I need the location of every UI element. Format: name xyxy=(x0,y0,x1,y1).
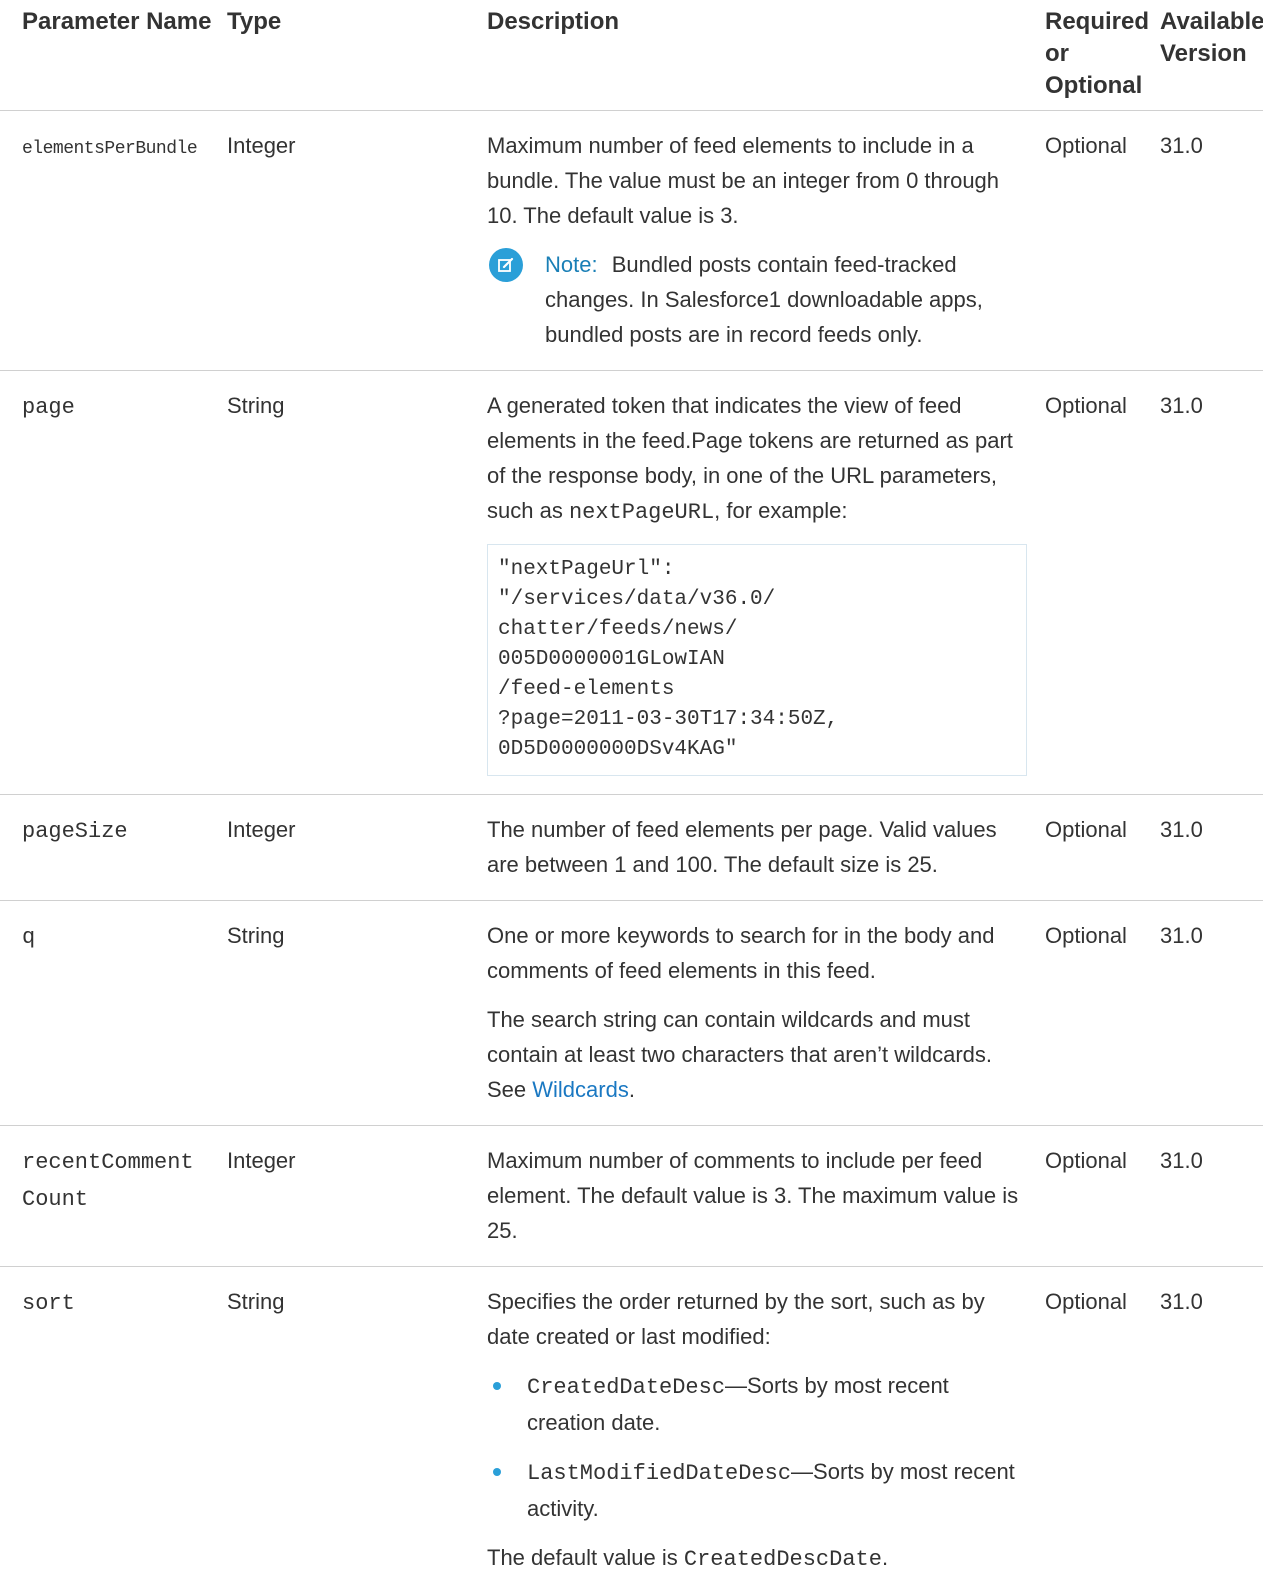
param-version: 31.0 xyxy=(1160,111,1263,371)
param-description: The number of feed elements per page. Va… xyxy=(487,795,1045,901)
param-version: 31.0 xyxy=(1160,795,1263,901)
header-parameter-name: Parameter Name xyxy=(0,0,227,111)
description-footer: The default value is CreatedDescDate. xyxy=(487,1540,1027,1577)
param-required: Optional xyxy=(1045,1267,1160,1595)
param-description: Maximum number of feed elements to inclu… xyxy=(487,111,1045,371)
param-required: Optional xyxy=(1045,901,1160,1126)
param-version: 31.0 xyxy=(1160,901,1263,1126)
bullet-icon xyxy=(493,1382,501,1390)
param-name: pageSize xyxy=(22,819,128,844)
inline-code: LastModifiedDateDesc xyxy=(527,1461,791,1486)
table-header-row: Parameter Name Type Description Required… xyxy=(0,0,1263,111)
code-example: "nextPageUrl": "/services/data/v36.0/ ch… xyxy=(487,544,1027,776)
bullet-icon xyxy=(493,1468,501,1476)
header-required: Required or Optional xyxy=(1045,0,1160,111)
description-text: Maximum number of feed elements to inclu… xyxy=(487,128,1027,233)
param-required: Optional xyxy=(1045,371,1160,795)
param-name: elementsPerBundle xyxy=(22,139,197,159)
table-row: elementsPerBundle Integer Maximum number… xyxy=(0,111,1263,371)
param-name-line-2: Count xyxy=(22,1187,88,1212)
sort-options-list: CreatedDateDesc—Sorts by most recent cre… xyxy=(487,1368,1027,1526)
description-text: One or more keywords to search for in th… xyxy=(487,918,1027,988)
description-text-2: The search string can contain wildcards … xyxy=(487,1002,1027,1107)
param-required: Optional xyxy=(1045,1126,1160,1267)
table-row: q String One or more keywords to search … xyxy=(0,901,1263,1126)
param-version: 31.0 xyxy=(1160,371,1263,795)
table-row: recentComment Count Integer Maximum numb… xyxy=(0,1126,1263,1267)
param-description: Specifies the order returned by the sort… xyxy=(487,1267,1045,1595)
param-type: Integer xyxy=(227,111,487,371)
description-text: Specifies the order returned by the sort… xyxy=(487,1284,1027,1354)
note-callout: Note: Bundled posts contain feed-tracked… xyxy=(487,247,1027,352)
param-description: One or more keywords to search for in th… xyxy=(487,901,1045,1126)
description-text: A generated token that indicates the vie… xyxy=(487,388,1027,530)
param-type: String xyxy=(227,901,487,1126)
param-version: 31.0 xyxy=(1160,1267,1263,1595)
param-name: page xyxy=(22,395,75,420)
note-label: Note: xyxy=(545,252,598,277)
param-required: Optional xyxy=(1045,795,1160,901)
param-type: String xyxy=(227,1267,487,1595)
param-name: sort xyxy=(22,1291,75,1316)
list-item: LastModifiedDateDesc—Sorts by most recen… xyxy=(487,1454,1027,1526)
param-name: q xyxy=(22,925,35,950)
param-description: A generated token that indicates the vie… xyxy=(487,371,1045,795)
table-row: pageSize Integer The number of feed elem… xyxy=(0,795,1263,901)
inline-code: CreatedDateDesc xyxy=(527,1375,725,1400)
header-version: Available Version xyxy=(1160,0,1263,111)
note-edit-icon xyxy=(489,248,523,282)
table-row: page String A generated token that indic… xyxy=(0,371,1263,795)
param-name-line-1: recentComment xyxy=(22,1150,194,1175)
param-type: Integer xyxy=(227,795,487,901)
parameters-table: Parameter Name Type Description Required… xyxy=(0,0,1263,1595)
wildcards-link[interactable]: Wildcards xyxy=(532,1077,629,1102)
param-required: Optional xyxy=(1045,111,1160,371)
param-type: Integer xyxy=(227,1126,487,1267)
inline-code: CreatedDescDate xyxy=(684,1547,882,1572)
header-type: Type xyxy=(227,0,487,111)
header-description: Description xyxy=(487,0,1045,111)
list-item: CreatedDateDesc—Sorts by most recent cre… xyxy=(487,1368,1027,1440)
param-version: 31.0 xyxy=(1160,1126,1263,1267)
note-text: Bundled posts contain feed-tracked chang… xyxy=(545,252,983,347)
param-description: Maximum number of comments to include pe… xyxy=(487,1126,1045,1267)
table-row: sort String Specifies the order returned… xyxy=(0,1267,1263,1595)
param-type: String xyxy=(227,371,487,795)
inline-code: nextPageURL xyxy=(569,500,714,525)
